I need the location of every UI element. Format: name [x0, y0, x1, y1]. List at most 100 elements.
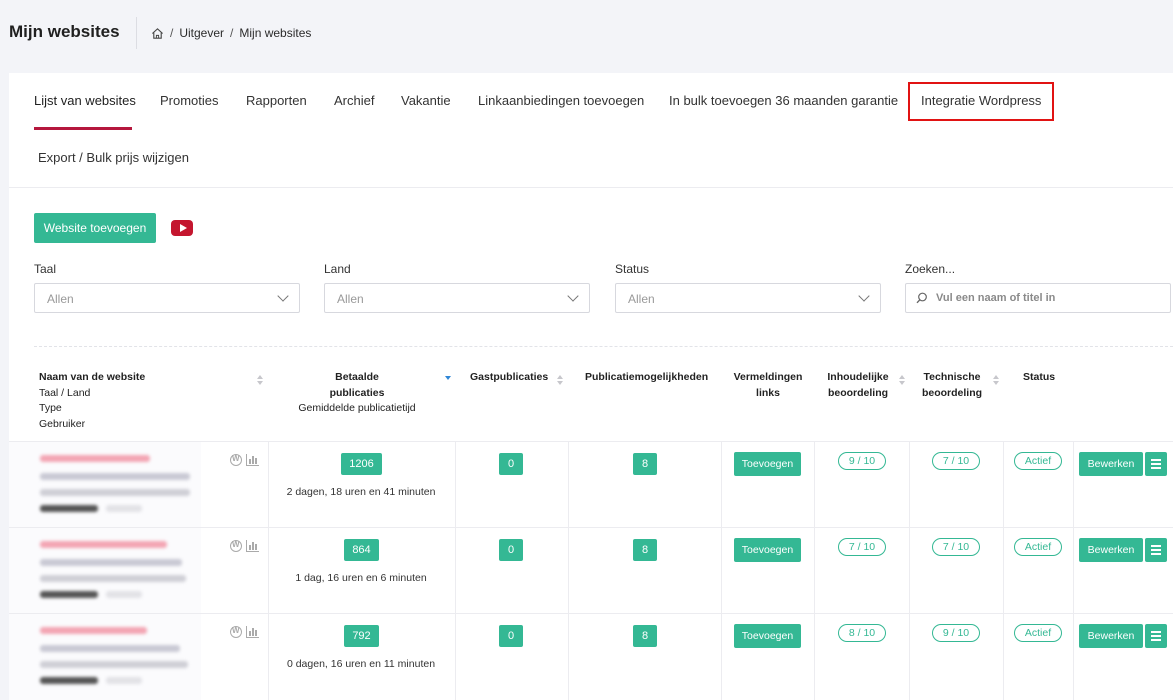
menu-icon[interactable]	[1145, 624, 1167, 648]
tab-export-bulk-prijs[interactable]: Export / Bulk prijs wijzigen	[38, 150, 189, 165]
sort-icon[interactable]	[899, 375, 905, 385]
column-divider	[1003, 528, 1004, 614]
col-header-name-sub: Gebruiker	[39, 417, 86, 430]
paid-count-badge[interactable]: 792	[344, 625, 379, 647]
column-divider	[721, 614, 722, 700]
land-select[interactable]: Allen	[324, 283, 590, 313]
website-name-cell[interactable]	[9, 528, 201, 614]
technical-score-pill: 7 / 10	[932, 538, 980, 556]
menu-icon[interactable]	[1145, 452, 1167, 476]
website-icons	[230, 454, 259, 466]
bar-chart-icon[interactable]	[246, 626, 259, 638]
search-input[interactable]	[936, 292, 1156, 304]
column-divider	[814, 442, 815, 528]
sort-desc-icon[interactable]	[445, 373, 451, 383]
wordpress-icon[interactable]	[230, 454, 242, 466]
taal-select[interactable]: Allen	[34, 283, 300, 313]
col-header-paid[interactable]: Betaalde publicaties Gemiddelde publicat…	[277, 370, 437, 417]
wordpress-icon[interactable]	[230, 540, 242, 552]
content-score-pill: 7 / 10	[838, 538, 886, 556]
col-header-content-title: Inhoudelijke	[827, 371, 889, 383]
status-badge: Actief	[1014, 452, 1062, 470]
breadcrumb: / Uitgever / Mijn websites	[151, 26, 311, 40]
column-divider	[814, 528, 815, 614]
tab-linkaanbiedingen-toevoegen[interactable]: Linkaanbiedingen toevoegen	[478, 93, 644, 108]
breadcrumb-mijn-websites: Mijn websites	[239, 26, 312, 40]
column-divider	[814, 614, 815, 700]
possibilities-count-badge[interactable]: 8	[633, 453, 657, 475]
website-name-cell[interactable]	[9, 442, 201, 528]
bar-chart-icon[interactable]	[246, 540, 259, 552]
status-badge: Actief	[1014, 538, 1062, 556]
sort-icon[interactable]	[993, 375, 999, 385]
sort-icon[interactable]	[557, 375, 563, 385]
tab-archief[interactable]: Archief	[334, 93, 374, 108]
website-icons	[230, 540, 259, 552]
possibilities-count-badge[interactable]: 8	[633, 625, 657, 647]
paid-count-badge[interactable]: 864	[344, 539, 379, 561]
column-divider	[721, 442, 722, 528]
col-header-paid-sub: Gemiddelde publicatietijd	[298, 402, 416, 414]
wordpress-icon[interactable]	[230, 626, 242, 638]
column-divider	[1073, 528, 1074, 614]
technical-score-pill: 7 / 10	[932, 452, 980, 470]
add-mention-button[interactable]: Toevoegen	[734, 538, 801, 562]
website-name-cell[interactable]	[9, 614, 201, 700]
edit-button[interactable]: Bewerken	[1079, 624, 1143, 648]
column-divider	[568, 442, 569, 528]
table-row: 792 0 dagen, 16 uren en 11 minuten 0 8 T…	[9, 613, 1173, 700]
col-header-mentions: Vermeldingen links	[727, 370, 809, 401]
sort-icon[interactable]	[257, 375, 263, 385]
tab-vakantie[interactable]: Vakantie	[401, 93, 451, 108]
col-header-mentions-title: Vermeldingen	[733, 371, 803, 383]
tab-bar: Lijst van websites Promoties Rapporten A…	[9, 73, 1173, 188]
column-divider	[455, 528, 456, 614]
col-header-guest[interactable]: Gastpublicaties	[470, 370, 548, 386]
paid-count-badge[interactable]: 1206	[341, 453, 382, 475]
edit-button[interactable]: Bewerken	[1079, 538, 1143, 562]
page-title: Mijn websites	[9, 22, 120, 41]
add-mention-button[interactable]: Toevoegen	[734, 624, 801, 648]
guest-count-badge[interactable]: 0	[499, 625, 523, 647]
col-header-technical-title: Technische	[923, 371, 981, 383]
technical-score-pill: 9 / 10	[932, 624, 980, 642]
youtube-icon[interactable]	[171, 220, 193, 236]
col-header-content[interactable]: Inhoudelijke beoordeling	[819, 370, 897, 401]
chevron-down-icon	[277, 290, 289, 302]
possibilities-count-badge[interactable]: 8	[633, 539, 657, 561]
home-icon[interactable]	[151, 27, 164, 40]
menu-icon[interactable]	[1145, 538, 1167, 562]
search-box[interactable]	[905, 283, 1171, 313]
column-divider	[455, 614, 456, 700]
filter-search-label: Zoeken...	[905, 262, 956, 276]
main-card: Lijst van websites Promoties Rapporten A…	[9, 73, 1173, 700]
bar-chart-icon[interactable]	[246, 454, 259, 466]
land-select-value: Allen	[337, 292, 364, 306]
col-header-mentions-title: links	[756, 386, 780, 399]
column-divider	[455, 442, 456, 528]
column-divider	[909, 614, 910, 700]
tab-lijst-van-websites[interactable]: Lijst van websites	[34, 93, 136, 108]
top-bar: Mijn websites / Uitgever / Mijn websites	[0, 0, 1173, 66]
edit-button[interactable]: Bewerken	[1079, 452, 1143, 476]
add-website-button[interactable]: Website toevoegen	[34, 213, 156, 243]
status-select[interactable]: Allen	[615, 283, 881, 313]
guest-count-badge[interactable]: 0	[499, 539, 523, 561]
content-score-pill: 9 / 10	[838, 452, 886, 470]
col-header-name[interactable]: Naam van de website Taal / Land Type Geb…	[39, 370, 145, 432]
tab-rapporten[interactable]: Rapporten	[246, 93, 307, 108]
filter-land-label: Land	[324, 262, 351, 276]
tab-in-bulk-toevoegen[interactable]: In bulk toevoegen 36 maanden garantie	[669, 93, 898, 108]
search-icon	[916, 292, 927, 304]
column-divider	[568, 528, 569, 614]
chevron-down-icon	[858, 290, 870, 302]
column-divider	[268, 614, 269, 700]
breadcrumb-uitgever[interactable]: Uitgever	[179, 26, 224, 40]
guest-count-badge[interactable]: 0	[499, 453, 523, 475]
tab-promoties[interactable]: Promoties	[160, 93, 219, 108]
add-mention-button[interactable]: Toevoegen	[734, 452, 801, 476]
filter-status-label: Status	[615, 262, 650, 276]
col-header-paid-title: publicaties	[329, 386, 385, 399]
col-header-technical[interactable]: Technische beoordeling	[913, 370, 991, 401]
column-divider	[721, 528, 722, 614]
